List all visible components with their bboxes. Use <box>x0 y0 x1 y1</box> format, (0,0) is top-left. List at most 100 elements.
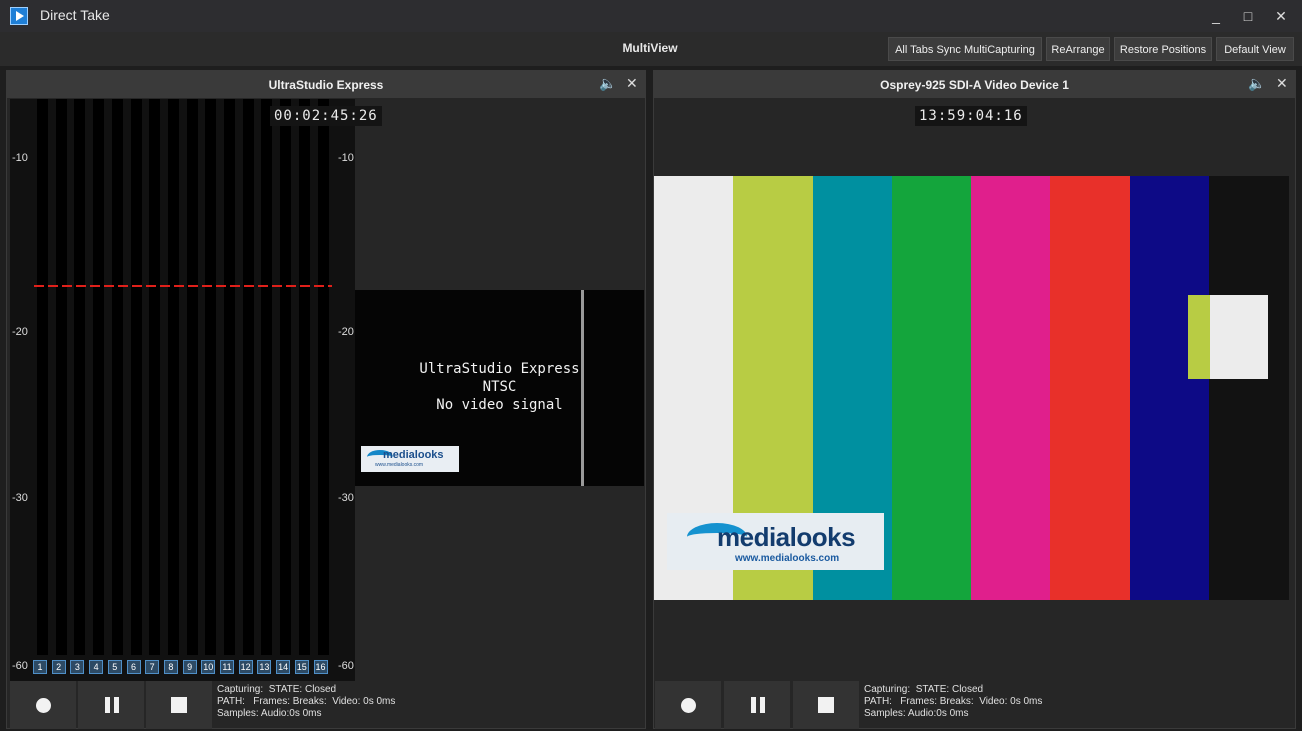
color-bar <box>1050 176 1130 600</box>
audio-meter-bar <box>55 99 67 655</box>
close-icon[interactable]: ✕ <box>626 75 638 92</box>
pause-icon <box>750 697 766 713</box>
db-label-right: -60 <box>338 660 354 672</box>
panel-title: Osprey-925 SDI-A Video Device 1 <box>880 78 1069 92</box>
rearrange-button[interactable]: ReArrange <box>1046 37 1110 61</box>
audio-meter-bar <box>167 99 179 655</box>
db-label-left: -20 <box>12 326 28 338</box>
channel-button[interactable]: 5 <box>107 660 122 674</box>
db-label-right: -30 <box>338 492 354 504</box>
pause-button[interactable] <box>78 681 144 729</box>
close-window-button[interactable]: ✕ <box>1271 6 1291 26</box>
channel-button[interactable]: 9 <box>182 660 197 674</box>
audio-meter-bar <box>261 99 273 655</box>
logo-name: medialooks <box>383 449 444 461</box>
channel-button[interactable]: 11 <box>220 660 234 674</box>
medialooks-logo: medialooks www.medialooks.com <box>667 513 884 570</box>
multiview-title: MultiView <box>622 41 678 55</box>
channel-button[interactable]: 12 <box>238 660 253 674</box>
channel-button[interactable]: 6 <box>126 660 141 674</box>
audio-meter-bar <box>111 99 123 655</box>
record-button[interactable] <box>655 681 721 729</box>
record-button[interactable] <box>10 681 76 729</box>
audio-meter-bar <box>242 99 254 655</box>
stop-button[interactable] <box>793 681 859 729</box>
close-icon[interactable]: ✕ <box>1276 75 1288 92</box>
speaker-mute-icon[interactable]: 🔈 <box>599 75 616 92</box>
signal-status-text: No video signal <box>436 397 563 413</box>
color-bar <box>1129 176 1210 600</box>
db-label-right: -20 <box>338 326 354 338</box>
restore-positions-button[interactable]: Restore Positions <box>1114 37 1212 61</box>
status-state: Capturing: STATE: Closed <box>864 684 984 695</box>
color-bar <box>971 176 1051 600</box>
audio-meter-bar <box>130 99 142 655</box>
pause-icon <box>104 697 120 713</box>
device-name-text: UltraStudio Express <box>419 361 580 377</box>
channel-button[interactable]: 15 <box>294 660 309 674</box>
audio-meter-bar <box>93 99 105 655</box>
color-bars-video: medialooks www.medialooks.com <box>654 176 1289 600</box>
default-view-button[interactable]: Default View <box>1216 37 1294 61</box>
channel-button[interactable]: 2 <box>51 660 66 674</box>
maximize-button[interactable]: □ <box>1238 6 1258 26</box>
channel-button[interactable]: 1 <box>33 660 47 674</box>
logo-url: www.medialooks.com <box>375 462 424 468</box>
logo-name: medialooks <box>717 522 856 552</box>
peak-line <box>34 285 332 287</box>
channel-button[interactable]: 8 <box>163 660 178 674</box>
medialooks-logo: medialooks www.medialooks.com <box>361 446 459 472</box>
status-path: PATH: Frames: Breaks: Video: 0s 0ms <box>864 696 1043 707</box>
sync-multicapturing-button[interactable]: All Tabs Sync MultiCapturing <box>888 37 1042 61</box>
capture-status: Capturing: STATE: Closed PATH: Frames: Br… <box>217 684 395 720</box>
logo-url: www.medialooks.com <box>735 553 840 564</box>
pause-button[interactable] <box>724 681 790 729</box>
app-logo-icon <box>10 7 28 25</box>
panel-header: Osprey-925 SDI-A Video Device 1 🔈 ✕ <box>654 71 1295 98</box>
audio-meter-bar <box>317 99 329 655</box>
db-label-left: -60 <box>12 660 28 672</box>
timecode-display: 13:59:04:16 <box>915 106 1027 126</box>
capture-controls: Capturing: STATE: Closed PATH: Frames: Br… <box>7 681 645 729</box>
channel-button[interactable]: 14 <box>276 660 291 674</box>
audio-meter-bar <box>37 99 48 655</box>
capture-controls: Capturing: STATE: Closed PATH: Frames: Br… <box>654 681 1295 729</box>
status-samples: Samples: Audio:0s 0ms <box>217 708 322 719</box>
minimize-button[interactable]: _ <box>1206 6 1226 26</box>
panel-title: UltraStudio Express <box>268 78 384 92</box>
db-label-right: -10 <box>338 152 354 164</box>
channel-button[interactable]: 10 <box>201 660 216 674</box>
audio-meter-bar <box>280 99 292 655</box>
video-format-text: NTSC <box>482 379 517 395</box>
record-icon <box>681 698 696 713</box>
status-samples: Samples: Audio:0s 0ms <box>864 708 969 719</box>
db-label-left: -30 <box>12 492 28 504</box>
multiview-toolbar: MultiView All Tabs Sync MultiCapturing R… <box>0 32 1302 66</box>
stop-icon <box>171 697 187 713</box>
channel-button[interactable]: 3 <box>70 660 85 674</box>
title-bar: Direct Take _ □ ✕ <box>0 0 1302 32</box>
audio-meter-bar <box>149 99 161 655</box>
no-signal-message: UltraStudio Express NTSC No video signal <box>355 360 644 414</box>
timecode-display: 00:02:45:26 <box>270 106 382 126</box>
channel-button[interactable]: 16 <box>313 660 328 674</box>
db-label-left: -10 <box>12 152 28 164</box>
speaker-mute-icon[interactable]: 🔈 <box>1248 75 1265 92</box>
record-icon <box>36 698 51 713</box>
test-pattern-block <box>1210 295 1268 379</box>
panel-header: UltraStudio Express 🔈 ✕ <box>7 71 645 98</box>
capture-panel-osprey: Osprey-925 SDI-A Video Device 1 🔈 ✕ 13:5… <box>653 70 1296 729</box>
channel-button[interactable]: 13 <box>257 660 272 674</box>
channel-button[interactable]: 7 <box>145 660 160 674</box>
audio-meter-bar <box>298 99 310 655</box>
status-path: PATH: Frames: Breaks: Video: 0s 0ms <box>217 696 396 707</box>
channel-button[interactable]: 4 <box>89 660 104 674</box>
audio-meter-bar <box>186 99 198 655</box>
capture-panel-ultrastudio: UltraStudio Express 🔈 ✕ -10 -20 -30 -60 … <box>6 70 646 729</box>
stop-button[interactable] <box>146 681 212 729</box>
video-preview: UltraStudio Express NTSC No video signal… <box>355 290 644 486</box>
color-bar <box>891 176 972 600</box>
audio-meters: -10 -20 -30 -60 -10 -20 -30 -60 12345678… <box>10 99 355 681</box>
status-state: Capturing: STATE: Closed <box>217 684 337 695</box>
window-title: Direct Take <box>40 7 110 23</box>
